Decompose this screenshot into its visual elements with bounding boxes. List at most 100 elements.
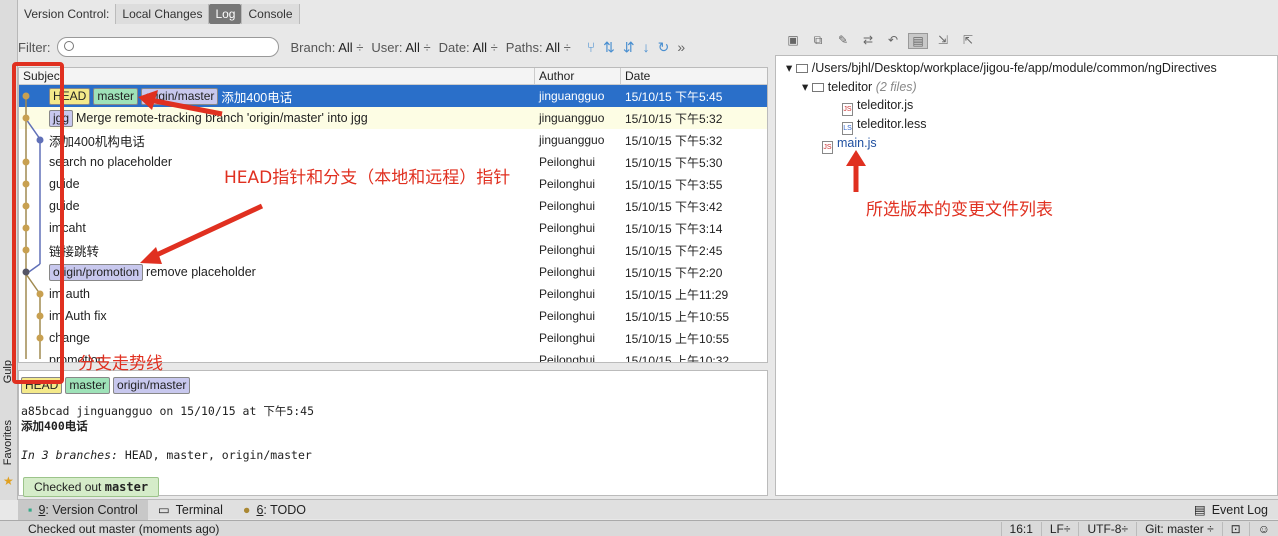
details-tag-master: master — [65, 377, 111, 394]
commit-rows: HEAD master origin/master 添加400电话 jinguanggu… — [19, 85, 767, 363]
tab-terminal[interactable]: ▭ Terminal — [148, 502, 233, 518]
revert-icon[interactable]: ↶ — [883, 33, 903, 49]
arrow-down-icon[interactable]: ↓ — [643, 39, 650, 55]
commit-row[interactable]: change Peilonghui 15/10/15 上午10:55 — [19, 327, 767, 349]
module-grouping-icon[interactable]: ▤ — [908, 33, 928, 49]
commit-subject: 链接跳转 — [19, 241, 535, 260]
commit-date: 15/10/15 下午3:42 — [625, 199, 723, 214]
commit-subject-text: 添加400机构电话 — [49, 134, 145, 149]
tree-file-main-js[interactable]: JS main.js — [822, 136, 877, 154]
column-subject[interactable]: Subjec — [19, 68, 535, 84]
tree-folder-teleditor[interactable]: ▾ teleditor (2 files) — [802, 79, 917, 94]
annotation-head-pointers: HEAD指针和分支（本地和远程）指针 — [224, 168, 511, 188]
line-separator[interactable]: LF÷ — [1040, 521, 1079, 536]
commit-date: 15/10/15 下午5:45 — [625, 89, 723, 104]
inspector-icon[interactable]: ☺ — [1248, 521, 1278, 536]
encoding[interactable]: UTF-8÷ — [1078, 521, 1136, 536]
tree-root[interactable]: ▾ /Users/bjhl/Desktop/workplace/jigou-fe… — [786, 60, 1217, 75]
vcs-icon: ▪ — [28, 502, 33, 517]
commit-details-panel: HEAD master origin/master a85bcad jingua… — [18, 370, 768, 497]
tab-event-log[interactable]: ▤ Event Log — [1184, 502, 1278, 518]
expand-all-icon[interactable]: ⇲ — [933, 33, 953, 49]
collapse-icon[interactable]: ⇅ — [603, 39, 615, 56]
annotation-branch-line: 分支走势线 — [78, 354, 163, 374]
commit-row[interactable]: origin/promotion remove placeholder Peilon… — [19, 261, 767, 283]
date-filter[interactable]: Date: All ÷ — [439, 40, 498, 55]
refresh-icon[interactable]: ↻ — [658, 39, 670, 56]
caret-position[interactable]: 16:1 — [1000, 521, 1041, 536]
terminal-icon: ▭ — [157, 503, 170, 517]
expand-icon[interactable]: ⇵ — [623, 39, 635, 56]
search-icon — [63, 41, 74, 51]
side-label-gulp[interactable]: Gulp — [2, 360, 14, 383]
branch-graph — [22, 92, 44, 359]
commit-date: 15/10/15 上午10:55 — [625, 309, 730, 324]
commit-subject: im Auth fix — [19, 309, 535, 323]
tab-log[interactable]: Log — [209, 3, 242, 24]
branch-graph-icon[interactable]: ⑂ — [587, 39, 595, 55]
commit-subject: 添加400机构电话 — [19, 131, 535, 150]
commit-subject: jgg Merge remote-tracking branch 'origin/… — [19, 109, 535, 127]
changed-files-panel: ▾ /Users/bjhl/Desktop/workplace/jigou-fe… — [775, 55, 1278, 496]
commit-subject-text: search no placeholder — [49, 155, 172, 169]
commit-author: Peilonghui — [539, 353, 596, 363]
commit-date: 15/10/15 下午2:20 — [625, 265, 723, 280]
commit-row[interactable]: im auth Peilonghui 15/10/15 上午11:29 — [19, 283, 767, 305]
commit-row[interactable]: HEAD master origin/master 添加400电话 jinguanggu… — [19, 85, 767, 107]
column-date[interactable]: Date — [621, 68, 767, 84]
diff-icon[interactable]: ⇄ — [858, 33, 878, 49]
lock-icon[interactable]: ⊡ — [1221, 521, 1249, 536]
commit-author: Peilonghui — [539, 287, 596, 301]
commit-author: jinguangguo — [539, 111, 605, 125]
commit-date: 15/10/15 上午10:32 — [625, 353, 730, 363]
ref-tag: origin/promotion — [49, 263, 144, 281]
filter-input[interactable] — [56, 37, 279, 57]
user-filter[interactable]: User: All ÷ — [371, 40, 430, 55]
group-icon[interactable]: ▣ — [783, 33, 803, 49]
commit-subject-text: Merge remote-tracking branch 'origin/mas… — [76, 111, 368, 125]
star-icon: ★ — [3, 474, 14, 488]
tree-file-teleditor-less[interactable]: LS teleditor.less — [842, 117, 926, 135]
commit-author: Peilonghui — [539, 199, 596, 213]
tab-todo[interactable]: ● 6: TODO — [233, 503, 316, 517]
column-author[interactable]: Author — [535, 68, 621, 84]
tab-version-control[interactable]: ▪ 9: Version Control — [18, 499, 148, 520]
edit-source-icon[interactable]: ✎ — [833, 33, 853, 49]
git-branch[interactable]: Git: master ÷ — [1136, 521, 1222, 536]
ref-tag: master — [93, 87, 139, 105]
commit-subject: imcaht — [19, 221, 535, 235]
commit-date: 15/10/15 下午5:32 — [625, 111, 723, 126]
commit-row[interactable]: 添加400机构电话 jinguangguo 15/10/15 下午5:32 — [19, 129, 767, 151]
commit-date: 15/10/15 上午11:29 — [625, 287, 729, 302]
paths-filter[interactable]: Paths: All ÷ — [506, 40, 571, 55]
tab-console[interactable]: Console — [241, 3, 300, 24]
collapse-all-icon[interactable]: ⇱ — [958, 33, 978, 49]
commit-subject: im auth — [19, 287, 535, 301]
more-icon[interactable]: » — [677, 39, 685, 55]
folder-icon — [811, 83, 824, 92]
commit-date: 15/10/15 下午5:32 — [625, 133, 723, 148]
status-message: Checked out master (moments ago) — [28, 521, 220, 536]
checked-out-popup: Checked out master — [23, 477, 160, 497]
commit-row[interactable]: jgg Merge remote-tracking branch 'origin/… — [19, 107, 767, 129]
commit-date: 15/10/15 下午5:30 — [625, 155, 723, 170]
commit-row[interactable]: guide Peilonghui 15/10/15 下午3:42 — [19, 195, 767, 217]
side-label-favorites[interactable]: Favorites — [2, 420, 14, 465]
branch-filter[interactable]: Branch: All ÷ — [291, 40, 364, 55]
commit-row[interactable]: im Auth fix Peilonghui 15/10/15 上午10:55 — [19, 305, 767, 327]
commit-date: 15/10/15 下午3:55 — [625, 177, 723, 192]
commit-subject-text: remove placeholder — [146, 265, 256, 279]
left-tool-strip: Gulp Favorites ★ — [0, 0, 18, 500]
ref-tag: origin/master — [141, 87, 219, 105]
tool-tabs: Version Control: Local Changes Log Conso… — [18, 3, 300, 24]
copy-icon[interactable]: ⧉ — [808, 33, 828, 49]
commit-row[interactable]: 链接跳转 Peilonghui 15/10/15 下午2:45 — [19, 239, 767, 261]
log-header: Subjec Author Date — [19, 68, 767, 85]
annotation-changed-files: 所选版本的变更文件列表 — [866, 200, 1053, 220]
commit-row[interactable]: imcaht Peilonghui 15/10/15 下午3:14 — [19, 217, 767, 239]
tab-local-changes[interactable]: Local Changes — [115, 3, 210, 24]
less-file-icon: LS — [842, 122, 853, 135]
commit-author: Peilonghui — [539, 309, 596, 323]
tree-file-teleditor-js[interactable]: JS teleditor.js — [842, 98, 913, 116]
status-bar: Checked out master (moments ago) 16:1 LF… — [0, 520, 1278, 536]
